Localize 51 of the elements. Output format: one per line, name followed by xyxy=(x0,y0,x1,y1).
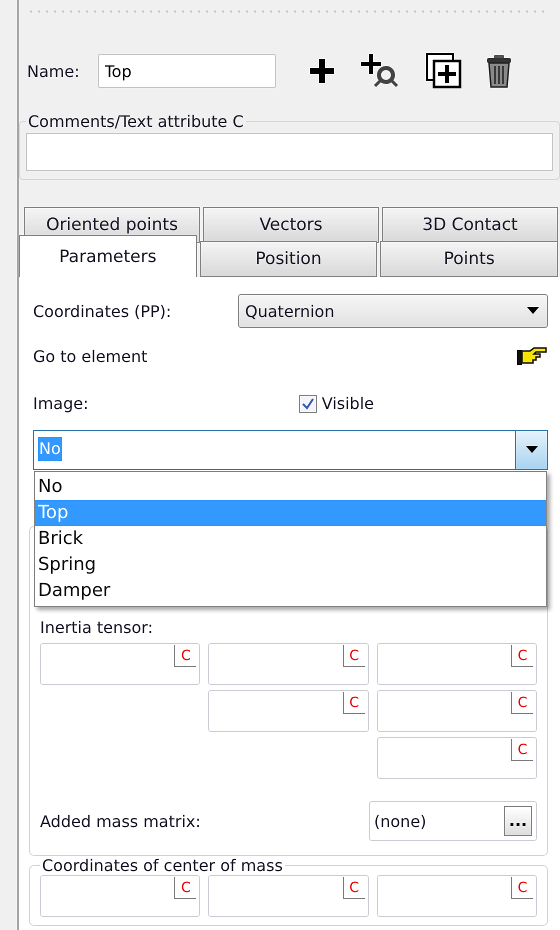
c-button[interactable]: C xyxy=(342,692,365,714)
plus-icon[interactable] xyxy=(308,57,336,85)
inertia-tensor-label: Inertia tensor: xyxy=(40,618,154,637)
browse-button[interactable]: ... xyxy=(504,806,532,836)
dropdown-option[interactable]: Spring xyxy=(35,552,546,578)
coordinates-dropdown[interactable]: Quaternion xyxy=(238,294,548,328)
coordinate-field[interactable]: C xyxy=(376,875,537,917)
c-button[interactable]: C xyxy=(174,645,196,667)
comments-title: Comments/Text attribute C xyxy=(27,112,245,131)
c-button[interactable]: C xyxy=(174,877,196,899)
tab[interactable]: Parameters xyxy=(19,235,197,277)
inertia-field[interactable]: C xyxy=(376,690,537,732)
dropdown-option[interactable]: Top xyxy=(35,500,546,526)
image-label: Image: xyxy=(33,394,88,413)
inertia-field[interactable]: C xyxy=(376,643,537,685)
dropdown-option[interactable]: Damper xyxy=(35,578,546,604)
added-mass-label: Added mass matrix: xyxy=(40,812,201,830)
name-label: Name: xyxy=(27,62,80,80)
added-mass-field[interactable]: (none) ... xyxy=(369,801,537,841)
pointing-hand-icon[interactable] xyxy=(516,346,548,366)
coordinate-field[interactable]: C xyxy=(40,875,200,917)
caret-icon xyxy=(526,446,538,454)
comments-field[interactable] xyxy=(26,133,553,171)
go-to-element-label: Go to element xyxy=(33,346,148,366)
center-of-mass-title: Coordinates of center of mass xyxy=(41,856,284,875)
trash-icon[interactable] xyxy=(486,54,512,88)
inertia-field[interactable]: C xyxy=(208,643,369,685)
c-button[interactable]: C xyxy=(510,645,533,667)
caret-icon xyxy=(527,307,539,315)
inertia-field[interactable]: C xyxy=(208,690,369,732)
tab[interactable]: Position xyxy=(200,241,378,277)
tab[interactable]: Vectors xyxy=(203,207,379,243)
dropdown-option[interactable]: No xyxy=(35,474,546,500)
c-button[interactable]: C xyxy=(342,645,365,667)
duplicate-icon[interactable] xyxy=(426,53,462,89)
inertia-field[interactable]: C xyxy=(376,737,537,779)
c-button[interactable]: C xyxy=(510,739,533,761)
dropdown-button[interactable] xyxy=(515,431,547,469)
c-button[interactable]: C xyxy=(342,877,365,899)
coordinates-label: Coordinates (PP): xyxy=(33,302,172,320)
c-button[interactable]: C xyxy=(510,692,533,714)
coordinate-field[interactable]: C xyxy=(208,875,369,917)
name-field[interactable]: Top xyxy=(98,54,276,88)
tab[interactable]: Points xyxy=(380,241,558,277)
c-button[interactable]: C xyxy=(510,877,533,899)
visible-checkbox[interactable] xyxy=(298,394,317,412)
check-icon xyxy=(302,398,314,410)
visible-label: Visible xyxy=(322,394,374,413)
dropdown-option[interactable]: Brick xyxy=(35,526,546,552)
tab[interactable]: 3D Contact xyxy=(382,207,558,243)
inertia-field[interactable]: C xyxy=(40,643,200,685)
